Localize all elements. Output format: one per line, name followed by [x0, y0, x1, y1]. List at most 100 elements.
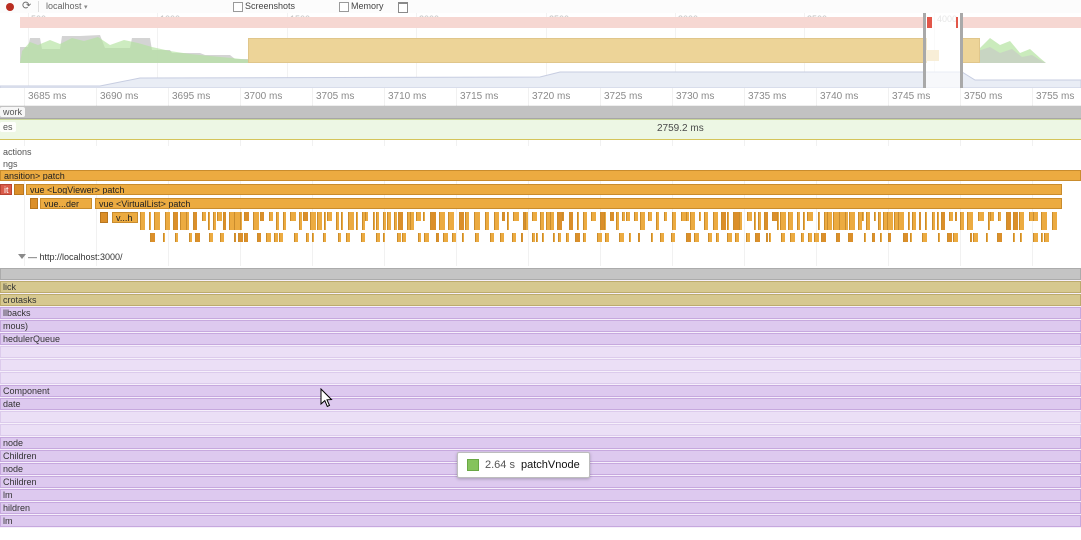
flame-segment[interactable]: [532, 233, 535, 242]
flame-segment[interactable]: [569, 212, 573, 230]
flame-segment[interactable]: [376, 233, 380, 242]
flame-segment[interactable]: [356, 212, 358, 230]
flame-bar-init[interactable]: it: [0, 184, 12, 195]
flame-segment[interactable]: [163, 233, 165, 242]
flame-segment[interactable]: [629, 233, 631, 242]
flame-segment[interactable]: [244, 233, 248, 242]
flame-segment[interactable]: [303, 212, 308, 221]
flame-segment[interactable]: [348, 212, 354, 230]
flame-segment[interactable]: [238, 233, 243, 242]
flame-segment[interactable]: [998, 212, 1001, 221]
flame-segment[interactable]: [708, 233, 712, 242]
flame-segment[interactable]: [202, 212, 206, 221]
flame-segment[interactable]: [872, 233, 875, 242]
flame-segment[interactable]: [848, 233, 853, 242]
flame-segment[interactable]: [656, 212, 659, 230]
flame-segment[interactable]: [862, 212, 864, 221]
selection-handle-right[interactable]: [960, 13, 963, 88]
flame-segment[interactable]: [903, 233, 908, 242]
network-track-bar[interactable]: [0, 106, 1081, 119]
flame-segment[interactable]: [327, 212, 332, 221]
call-row[interactable]: [0, 424, 1081, 436]
flame-segment[interactable]: [746, 233, 750, 242]
flame-segment[interactable]: [213, 212, 216, 230]
flame-segment[interactable]: [269, 212, 273, 221]
flame-segment[interactable]: [616, 212, 619, 230]
flame-segment[interactable]: [1052, 212, 1057, 230]
flame-segment[interactable]: [960, 212, 964, 230]
flame-segment[interactable]: [801, 233, 804, 242]
flame-segment[interactable]: [878, 212, 881, 230]
flame-segment[interactable]: [622, 212, 625, 221]
flame-segment[interactable]: [769, 233, 771, 242]
flame-segment[interactable]: [973, 233, 978, 242]
flame-bar-vh[interactable]: v...h: [112, 212, 138, 223]
timeline-overview[interactable]: 500 ms1000 ms1500 ms2000 ms2500 ms3000 m…: [0, 13, 1081, 89]
flame-segment[interactable]: [640, 212, 645, 230]
flame-segment[interactable]: [443, 233, 448, 242]
flame-segment[interactable]: [910, 233, 912, 242]
flame-segment[interactable]: [949, 212, 953, 221]
flame-segment[interactable]: [312, 233, 314, 242]
flame-segment[interactable]: [671, 233, 675, 242]
flame-segment[interactable]: [1013, 212, 1018, 230]
flame-segment[interactable]: [383, 233, 385, 242]
expand-arrow-icon[interactable]: [18, 254, 26, 259]
flame-segment[interactable]: [583, 212, 587, 230]
flame-segment[interactable]: [474, 212, 480, 230]
flame-segment[interactable]: [336, 212, 339, 230]
flame-segment[interactable]: [260, 212, 264, 221]
flame-segment[interactable]: [448, 212, 454, 230]
flame-segment[interactable]: [502, 212, 505, 221]
flame-segment[interactable]: [937, 212, 939, 230]
flame-segment[interactable]: [780, 212, 786, 230]
call-row-llbacks[interactable]: llbacks: [0, 307, 1081, 319]
flame-segment[interactable]: [1020, 233, 1022, 242]
flame-segment[interactable]: [257, 233, 261, 242]
flame-segment[interactable]: [716, 233, 719, 242]
flame-segment[interactable]: [294, 233, 298, 242]
flame-segment[interactable]: [279, 233, 283, 242]
flame-segment[interactable]: [638, 233, 640, 242]
flame-segment[interactable]: [888, 233, 891, 242]
flame-segment[interactable]: [189, 233, 192, 242]
flame-segment[interactable]: [821, 233, 826, 242]
flame-segment[interactable]: [986, 233, 988, 242]
flame-segment[interactable]: [699, 212, 701, 221]
call-row[interactable]: [0, 359, 1081, 371]
flame-bar-transition-patch[interactable]: ansition> patch: [0, 170, 1081, 181]
flame-segment[interactable]: [173, 212, 178, 230]
flame-segment[interactable]: [490, 233, 494, 242]
flame-segment[interactable]: [244, 212, 249, 221]
frames-track[interactable]: [0, 119, 1081, 140]
flame-segment[interactable]: [672, 212, 676, 230]
flame-segment[interactable]: [475, 233, 479, 242]
flame-segment[interactable]: [727, 212, 729, 230]
reload-icon[interactable]: ⟳: [22, 0, 31, 12]
flame-segment[interactable]: [781, 233, 785, 242]
memory-checkbox-label[interactable]: Memory: [351, 1, 384, 11]
flame-segment[interactable]: [694, 233, 699, 242]
flame-bar-logviewer-patch[interactable]: vue <LogViewer> patch: [26, 184, 1062, 195]
flame-segment[interactable]: [866, 212, 870, 230]
flame-segment[interactable]: [430, 212, 436, 230]
call-row-date[interactable]: date: [0, 398, 1081, 410]
flame-segment[interactable]: [887, 212, 893, 230]
flame-segment[interactable]: [525, 212, 528, 230]
flame-segment[interactable]: [880, 233, 882, 242]
flame-segment[interactable]: [553, 233, 555, 242]
flame-segment[interactable]: [604, 212, 606, 230]
call-row[interactable]: [0, 268, 1081, 280]
flame-segment[interactable]: [376, 212, 379, 230]
flame-segment[interactable]: [845, 212, 848, 230]
flame-segment[interactable]: [953, 233, 958, 242]
flame-segment[interactable]: [154, 212, 160, 230]
flame-segment[interactable]: [324, 212, 326, 230]
flame-segment[interactable]: [500, 233, 504, 242]
flame-segment[interactable]: [686, 212, 689, 221]
flame-segment[interactable]: [764, 212, 768, 230]
record-icon[interactable]: [6, 3, 14, 11]
flame-segment[interactable]: [459, 212, 464, 230]
flame-segment[interactable]: [410, 212, 414, 230]
target-select[interactable]: localhost ▾: [46, 1, 88, 11]
